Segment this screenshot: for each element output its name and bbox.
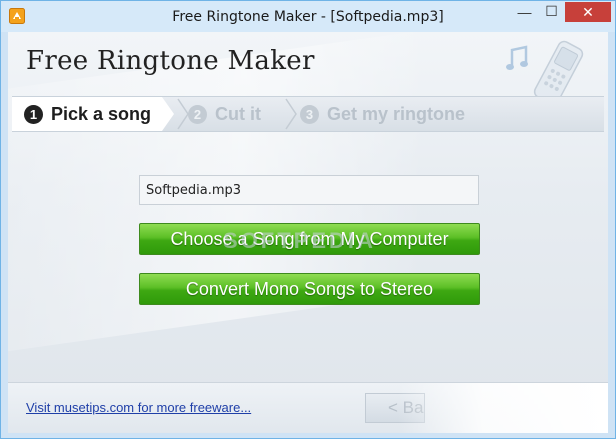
- maximize-button[interactable]: ☐: [538, 1, 565, 22]
- title-bar[interactable]: Free Ringtone Maker - [Softpedia.mp3] — …: [1, 1, 615, 32]
- selected-file-field[interactable]: [139, 175, 479, 205]
- close-button[interactable]: ✕: [565, 2, 611, 22]
- wizard-steps: 1 Pick a song 2 Cut it 3 Get my ringtone: [12, 96, 604, 132]
- step-arrow-icon: [285, 98, 297, 130]
- back-button[interactable]: < Ba: [365, 393, 425, 423]
- musetips-link[interactable]: Visit musetips.com for more freeware...: [26, 400, 251, 415]
- step-2-label: Cut it: [215, 103, 261, 124]
- close-icon: ✕: [582, 3, 594, 20]
- step-get-my-ringtone[interactable]: 3 Get my ringtone: [300, 97, 465, 131]
- step-3-label: Get my ringtone: [327, 103, 466, 124]
- minimize-icon: —: [517, 3, 532, 20]
- choose-song-button[interactable]: Choose a Song from My Computer: [139, 223, 480, 255]
- footer-bar: Visit musetips.com for more freeware... …: [8, 382, 608, 433]
- convert-mono-to-stereo-button[interactable]: Convert Mono Songs to Stereo: [139, 273, 480, 305]
- client-area: Free Ringtone Maker 1 Pick a song 2 Cut …: [8, 32, 608, 433]
- step-1-number: 1: [24, 104, 43, 124]
- step-3-number: 3: [300, 104, 319, 124]
- app-window: Free Ringtone Maker - [Softpedia.mp3] — …: [0, 0, 616, 439]
- maximize-icon: ☐: [545, 3, 558, 19]
- music-note-icon: [506, 45, 528, 70]
- step-1-label: Pick a song: [51, 103, 152, 124]
- app-name-title: Free Ringtone Maker: [26, 46, 315, 76]
- step-2-number: 2: [188, 104, 207, 124]
- minimize-button[interactable]: —: [511, 1, 538, 22]
- step-cut-it[interactable]: 2 Cut it: [188, 97, 261, 131]
- step-pick-a-song[interactable]: 1 Pick a song: [12, 97, 174, 131]
- footer-fade-overlay: [398, 383, 608, 433]
